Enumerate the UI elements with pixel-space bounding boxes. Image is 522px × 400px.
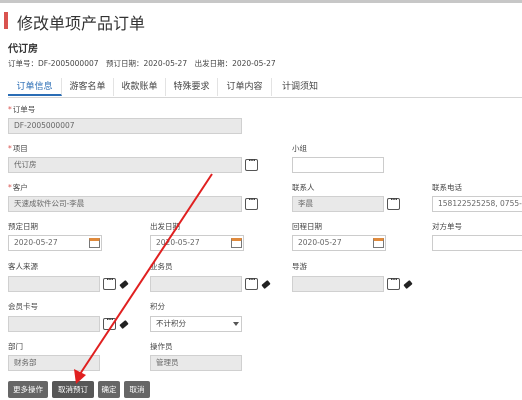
annotation-arrow-icon — [74, 173, 213, 384]
